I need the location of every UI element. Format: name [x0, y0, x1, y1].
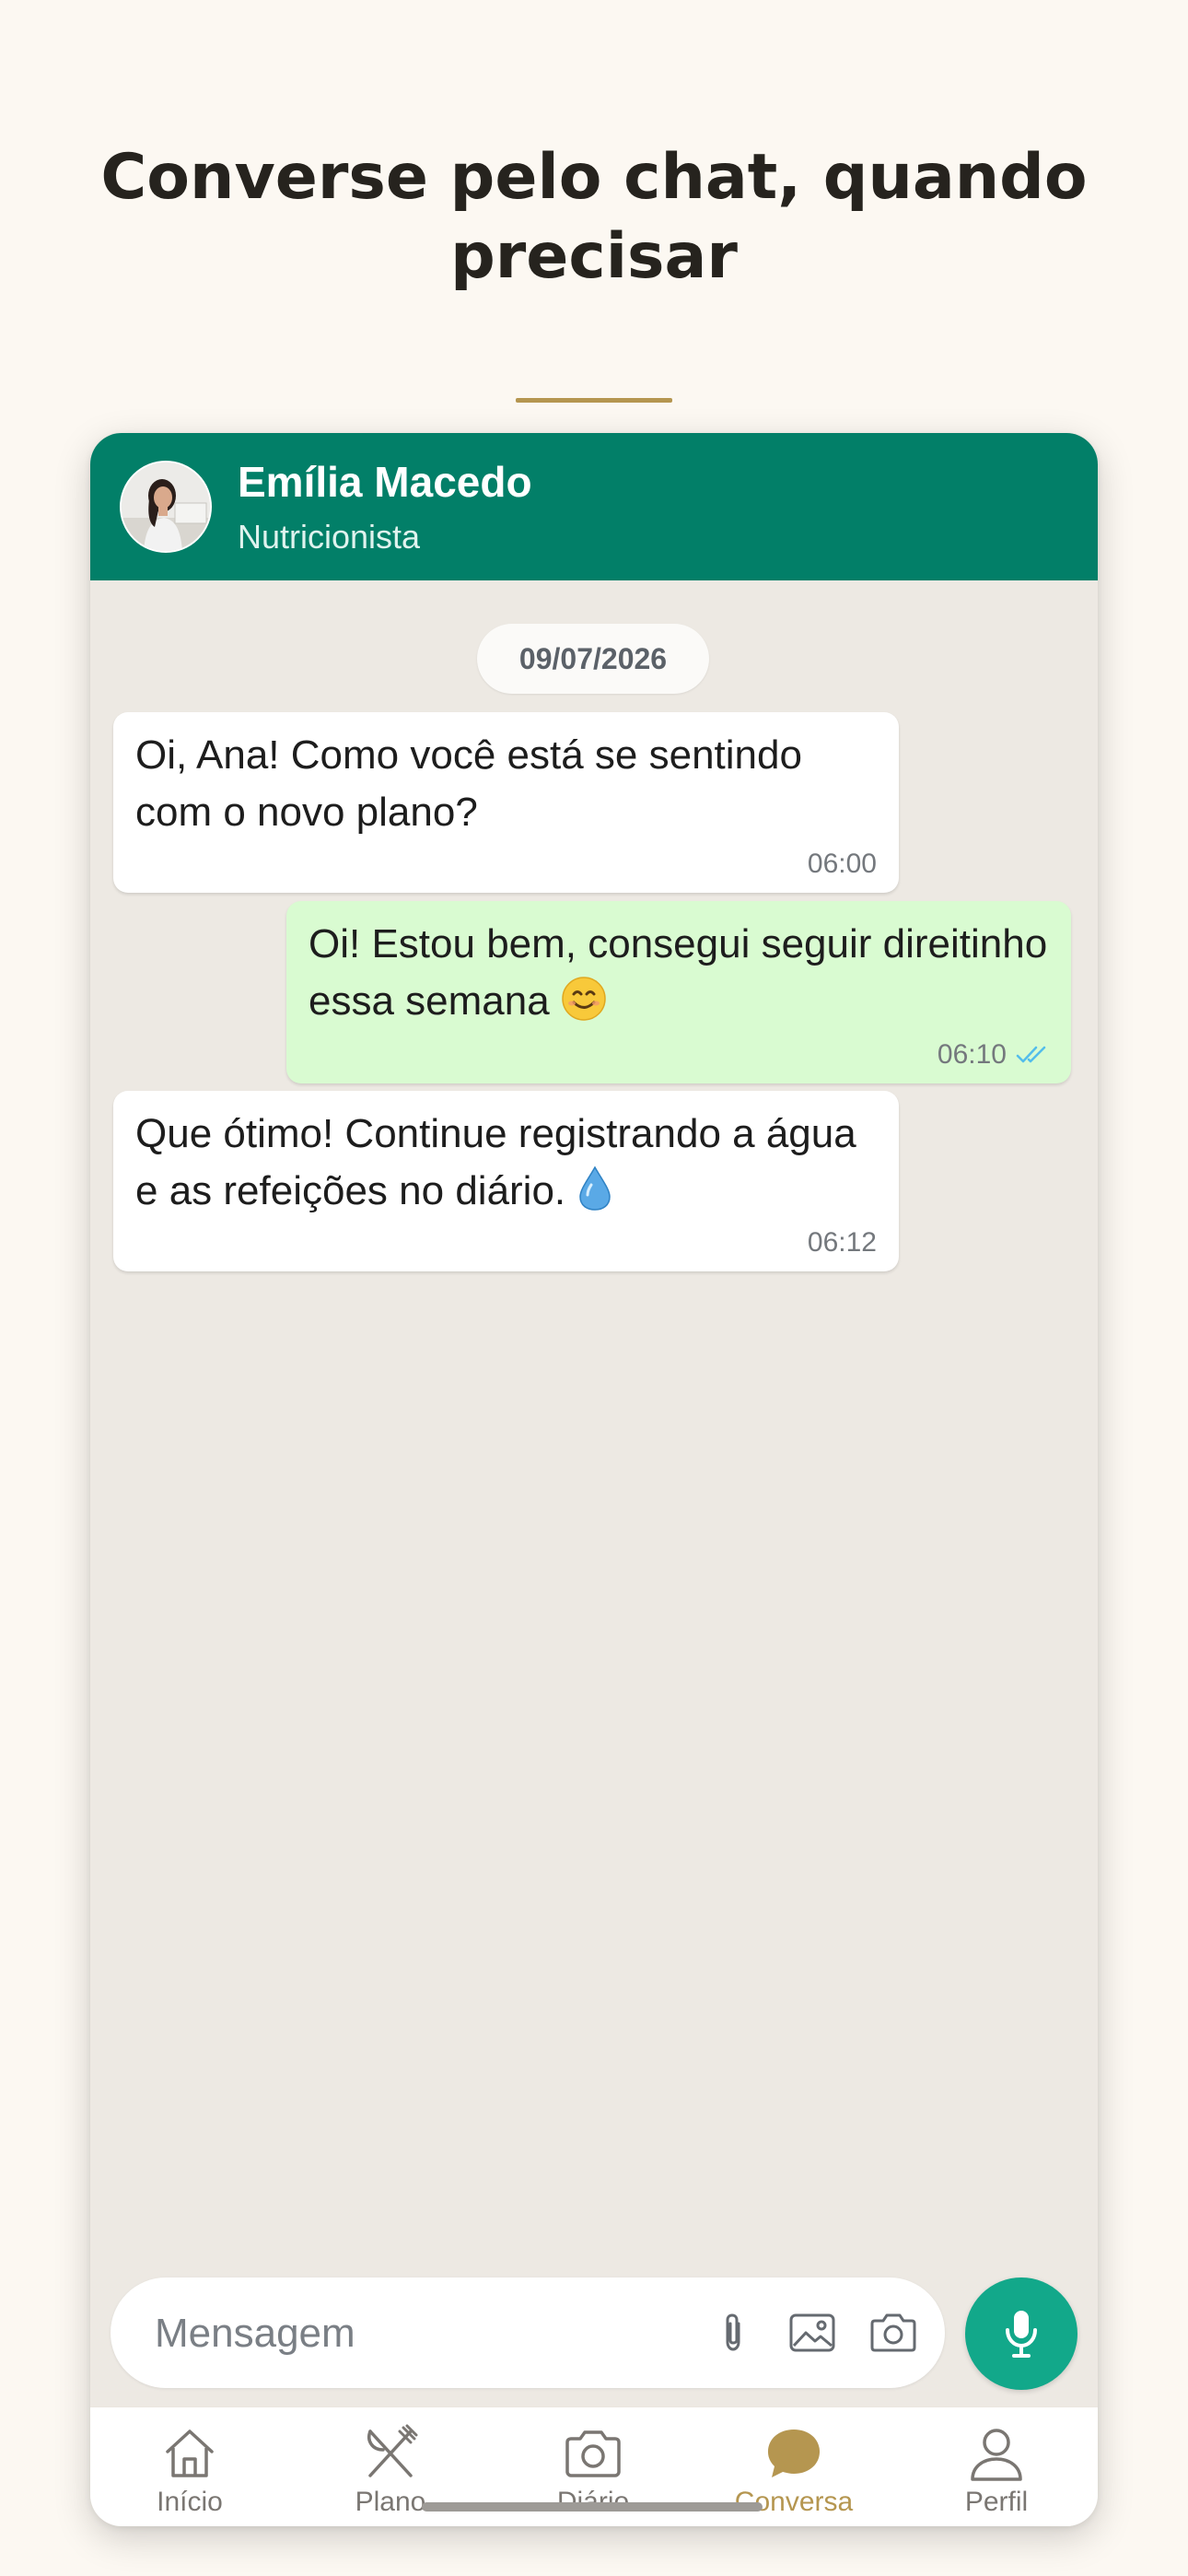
- chat-bubble-icon: [761, 2420, 827, 2487]
- message-time-wrap: 06:10: [938, 1039, 1049, 1071]
- phone-frame: Emília Macedo Nutricionista 09/07/2026 O…: [90, 433, 1098, 2526]
- water-drop-icon: [579, 1165, 611, 1211]
- microphone-button[interactable]: [965, 2277, 1077, 2390]
- nav-item-inicio[interactable]: Início: [98, 2407, 282, 2526]
- home-indicator[interactable]: [422, 2502, 763, 2512]
- chat-header[interactable]: Emília Macedo Nutricionista: [90, 433, 1098, 580]
- message-bubble-outgoing[interactable]: Oi! Estou bem, consegui seguir direitinh…: [286, 901, 1071, 1083]
- camera-icon[interactable]: [866, 2305, 921, 2360]
- message-input[interactable]: [153, 2300, 654, 2368]
- message-text-wrap: Que ótimo! Continue registrando a água e…: [135, 1106, 877, 1220]
- nav-item-perfil[interactable]: Perfil: [904, 2407, 1089, 2526]
- paperclip-icon[interactable]: [705, 2305, 761, 2360]
- nav-label: Início: [157, 2487, 223, 2517]
- smiling-face-icon: [562, 977, 606, 1021]
- headline-divider: [516, 398, 672, 403]
- message-text: Que ótimo! Continue registrando a água e…: [135, 1111, 856, 1213]
- message-time: 06:10: [937, 1039, 1007, 1070]
- home-icon: [157, 2420, 223, 2487]
- message-time-wrap: 06:12: [808, 1227, 877, 1259]
- contact-role: Nutricionista: [238, 518, 421, 556]
- message-text: Oi! Estou bem, consegui seguir direitinh…: [309, 921, 1048, 1024]
- image-icon[interactable]: [785, 2305, 840, 2360]
- message-time: 06:12: [807, 1227, 877, 1258]
- date-chip: 09/07/2026: [477, 624, 709, 694]
- message-bubble-incoming[interactable]: Oi, Ana! Como você está se sentindo com …: [113, 712, 899, 893]
- camera-icon: [560, 2420, 626, 2487]
- message-text-wrap: Oi! Estou bem, consegui seguir direitinh…: [309, 916, 1049, 1030]
- avatar-photo: [122, 463, 210, 551]
- message-time: 06:00: [807, 849, 877, 879]
- read-receipt-icon: [1016, 1046, 1046, 1063]
- message-text: Oi, Ana! Como você está se sentindo com …: [135, 732, 802, 835]
- contact-name[interactable]: Emília Macedo: [238, 457, 532, 507]
- microphone-icon: [1006, 2311, 1037, 2358]
- page-headline: Converse pelo chat, quando precisar: [100, 141, 1088, 293]
- person-icon: [963, 2420, 1030, 2487]
- nav-label: Perfil: [964, 2487, 1029, 2517]
- message-bubble-incoming[interactable]: Que ótimo! Continue registrando a água e…: [113, 1091, 899, 1271]
- message-time-wrap: 06:00: [808, 849, 877, 880]
- message-composer: [111, 2277, 945, 2388]
- fork-knife-icon: [357, 2420, 424, 2487]
- contact-avatar[interactable]: [120, 461, 212, 553]
